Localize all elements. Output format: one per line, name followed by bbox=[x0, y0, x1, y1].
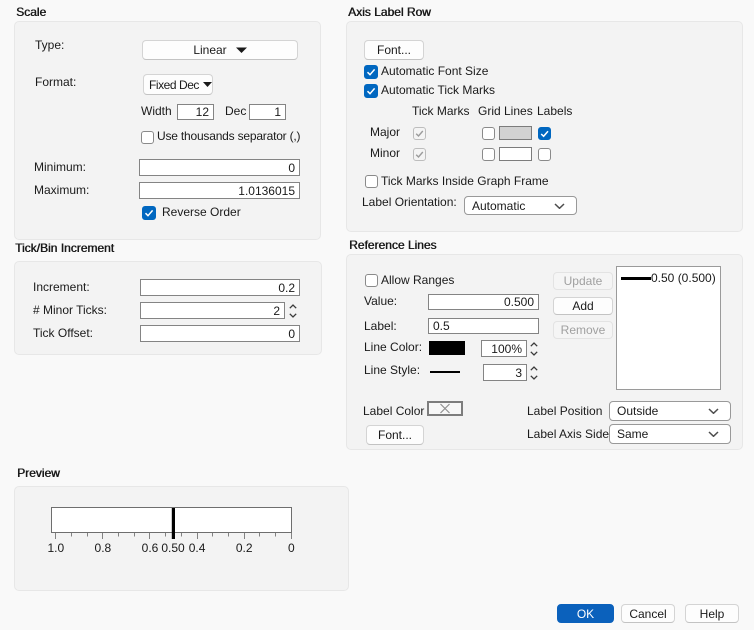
svg-text:0.50: 0.50 bbox=[161, 541, 185, 555]
svg-text:1.0: 1.0 bbox=[47, 541, 64, 555]
svg-text:0.6: 0.6 bbox=[142, 541, 159, 555]
svg-text:0.8: 0.8 bbox=[95, 541, 112, 555]
svg-text:0.4: 0.4 bbox=[189, 541, 206, 555]
svg-text:0: 0 bbox=[288, 541, 295, 555]
svg-text:0.2: 0.2 bbox=[236, 541, 253, 555]
